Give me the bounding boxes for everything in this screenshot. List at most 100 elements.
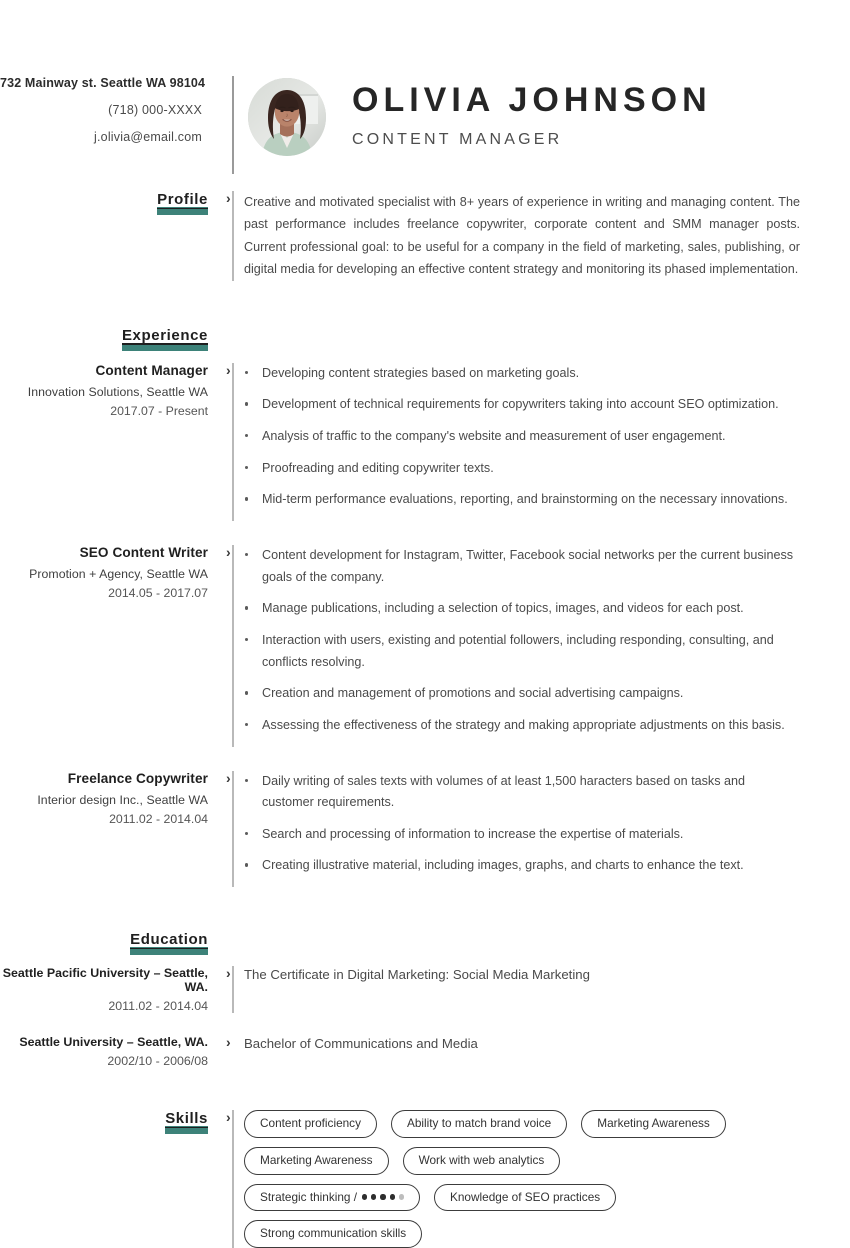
rating-dot-filled <box>362 1194 368 1200</box>
education-heading-col: Education <box>0 931 222 956</box>
contact-email[interactable]: j.olivia@email.com <box>0 130 202 144</box>
list-item: Daily writing of sales texts with volume… <box>244 771 800 814</box>
experience-item: SEO Content Writer Promotion + Agency, S… <box>0 543 850 747</box>
skill-pill-label: Marketing Awareness <box>597 1116 710 1131</box>
chevron-right-icon: › <box>226 965 231 982</box>
rating-dot-filled <box>371 1194 377 1200</box>
education-gutter: › <box>222 965 244 1014</box>
section-heading-education: Education <box>130 931 208 956</box>
rating-dot-filled <box>389 1194 395 1200</box>
rating-dot-filled <box>380 1194 386 1200</box>
skills-gutter: › <box>222 1110 244 1248</box>
education-heading-gutter <box>222 931 244 950</box>
identity-block: OLIVIA JOHNSON CONTENT MANAGER <box>244 76 850 156</box>
job-company: Promotion + Agency, Seattle WA <box>29 566 208 581</box>
education-item: Seattle Pacific University – Seattle, WA… <box>0 965 850 1014</box>
skill-pill-label: Ability to match brand voice <box>406 1116 552 1131</box>
job-bullets: Daily writing of sales texts with volume… <box>244 771 850 888</box>
skill-pill[interactable]: Strong communication skills <box>244 1220 423 1248</box>
job-meta: SEO Content Writer Promotion + Agency, S… <box>0 545 222 600</box>
skill-rating-dots <box>362 1194 404 1200</box>
skill-pill[interactable]: Marketing Awareness <box>244 1146 389 1175</box>
section-profile: Profile › Creative and motivated special… <box>0 191 850 281</box>
skill-pill[interactable]: Ability to match brand voice <box>390 1110 568 1138</box>
education-meta: Seattle Pacific University – Seattle, WA… <box>0 966 222 1013</box>
chevron-right-icon: › <box>226 769 231 786</box>
education-degree: The Certificate in Digital Marketing: So… <box>244 967 590 983</box>
section-heading-profile: Profile <box>157 191 208 215</box>
job-bullets: Developing content strategies based on m… <box>244 363 850 521</box>
skill-pill[interactable]: Work with web analytics <box>402 1146 561 1175</box>
skill-pill-label: Marketing Awareness <box>260 1152 373 1167</box>
page-title: OLIVIA JOHNSON <box>352 80 712 119</box>
education-gutter: › <box>222 1035 244 1068</box>
skill-pill-label: Content proficiency <box>260 1116 361 1131</box>
section-rule <box>232 1110 234 1248</box>
chevron-right-icon: › <box>226 361 231 378</box>
list-item: Manage publications, including a selecti… <box>244 598 800 620</box>
job-title: SEO Content Writer <box>79 544 208 560</box>
list-item: Search and processing of information to … <box>244 824 800 846</box>
chevron-right-icon: › <box>226 1109 231 1126</box>
skills-body: Content proficiency Ability to match bran… <box>244 1110 850 1248</box>
job-company: Interior design Inc., Seattle WA <box>37 792 208 807</box>
skill-pill[interactable]: Marketing Awareness <box>581 1110 726 1138</box>
list-item: Developing content strategies based on m… <box>244 363 800 385</box>
list-item: Development of technical requirements fo… <box>244 394 800 416</box>
name-block: OLIVIA JOHNSON CONTENT MANAGER <box>326 80 712 150</box>
bullet-list: Content development for Instagram, Twitt… <box>244 545 800 737</box>
skill-pill[interactable]: Knowledge of SEO practices <box>434 1183 617 1212</box>
list-item: Mid-term performance evaluations, report… <box>244 489 800 511</box>
skill-pill[interactable]: Strategic thinking / <box>244 1183 420 1212</box>
resume-page: 732 Mainway st. Seattle WA 98104 (718) 0… <box>0 0 850 1248</box>
section-experience-heading-row: Experience <box>0 327 850 351</box>
education-meta: Seattle University – Seattle, WA. 2002/1… <box>0 1035 222 1068</box>
section-rule <box>232 966 234 1014</box>
list-item: Interaction with users, existing and pot… <box>244 630 800 673</box>
list-item: Assessing the effectiveness of the strat… <box>244 715 800 737</box>
education-item: Seattle University – Seattle, WA. 2002/1… <box>0 1035 850 1068</box>
heading-underline <box>157 207 208 209</box>
skills-pill-list: Content proficiency Ability to match bran… <box>244 1110 744 1248</box>
job-title: Content Manager <box>95 362 208 378</box>
experience-heading-col: Experience <box>0 327 222 351</box>
section-education-heading-row: Education <box>0 931 850 956</box>
chevron-right-icon: › <box>226 190 231 206</box>
list-item: Content development for Instagram, Twitt… <box>244 545 800 588</box>
list-item: Creation and management of promotions an… <box>244 683 800 705</box>
education-school: Seattle University – Seattle, WA. <box>19 1035 208 1050</box>
section-skills: Skills › Content proficiency Ability to m… <box>0 1110 850 1248</box>
profile-body: Creative and motivated specialist with 8… <box>244 191 850 281</box>
header-divider <box>222 76 244 174</box>
job-dates: 2014.05 - 2017.07 <box>108 585 208 600</box>
section-rule <box>232 191 234 281</box>
heading-underline <box>130 947 208 950</box>
job-bullets: Content development for Instagram, Twitt… <box>244 545 850 747</box>
education-degree: Bachelor of Communications and Media <box>244 1036 478 1052</box>
education-body: The Certificate in Digital Marketing: So… <box>244 966 850 984</box>
job-company: Innovation Solutions, Seattle WA <box>27 384 208 399</box>
skill-pill[interactable]: Content proficiency <box>244 1110 377 1138</box>
list-item: Analysis of traffic to the company's web… <box>244 426 800 448</box>
section-heading-skills: Skills <box>165 1110 208 1135</box>
job-dates: 2011.02 - 2014.04 <box>109 811 208 826</box>
section-rule <box>232 770 234 888</box>
contact-phone[interactable]: (718) 000-XXXX <box>0 103 202 117</box>
resume-header: 732 Mainway st. Seattle WA 98104 (718) 0… <box>0 0 850 174</box>
skill-pill-label: Work with web analytics <box>418 1152 545 1167</box>
education-body: Bachelor of Communications and Media <box>244 1035 850 1053</box>
job-gutter: › <box>222 769 244 888</box>
list-item: Creating illustrative material, includin… <box>244 855 800 877</box>
job-title: Freelance Copywriter <box>67 770 208 786</box>
job-gutter: › <box>222 361 244 521</box>
experience-item: Freelance Copywriter Interior design Inc… <box>0 769 850 888</box>
heading-underline <box>121 343 208 345</box>
education-school: Seattle Pacific University – Seattle, WA… <box>2 966 208 995</box>
skill-pill-label: Strategic thinking / <box>260 1189 358 1204</box>
education-dates: 2002/10 - 2006/08 <box>107 1054 208 1069</box>
avatar <box>248 78 326 156</box>
skill-pill-label: Strong communication skills <box>260 1226 407 1241</box>
contact-address: 732 Mainway st. Seattle WA 98104 <box>0 76 206 90</box>
chevron-right-icon: › <box>226 543 231 560</box>
job-title-subtitle: CONTENT MANAGER <box>352 131 563 149</box>
